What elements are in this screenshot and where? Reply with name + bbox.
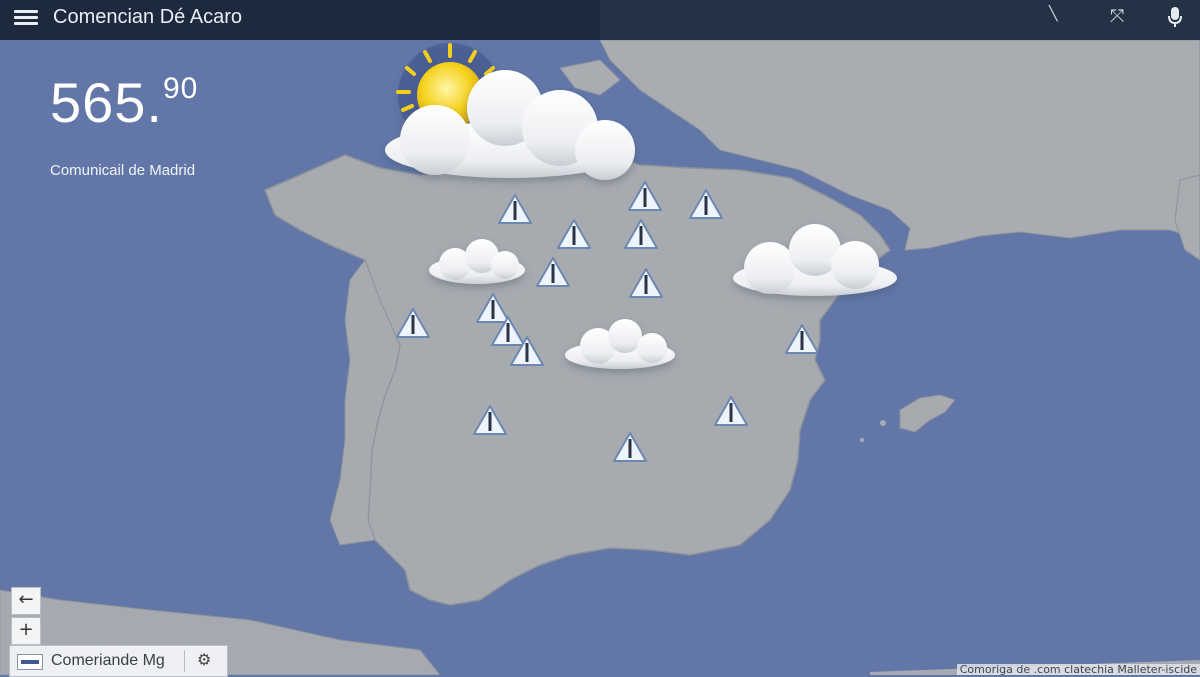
divider: [184, 650, 185, 672]
temperature-readout: 565.90: [50, 70, 198, 135]
land-uk-coast: [559, 59, 621, 96]
cursor-icon[interactable]: ╲: [1049, 6, 1057, 22]
layer-selector[interactable]: Comeriande Mg ⚙: [9, 645, 228, 677]
hamburger-menu-icon[interactable]: [14, 7, 38, 33]
island-balearic: [899, 394, 956, 433]
temperature-decimal: 90: [163, 72, 199, 106]
top-bar: Comencian Dé Acaro ╲ ⤧: [0, 0, 1200, 40]
zoom-in-button[interactable]: +: [11, 617, 41, 645]
layer-label: Comeriande Mg: [51, 652, 165, 669]
land-italy-edge: [1174, 174, 1200, 261]
layer-icon: [17, 654, 43, 670]
microphone-icon[interactable]: [1167, 6, 1183, 33]
back-button[interactable]: ←: [11, 587, 41, 615]
app-title: Comencian Dé Acaro: [53, 6, 242, 28]
temperature-value: 565.: [50, 71, 163, 134]
map-attribution: Comoriga de .com clatechia Malleter-isci…: [956, 664, 1200, 675]
tools-icon[interactable]: ⤧: [1110, 6, 1124, 27]
gear-icon[interactable]: ⚙: [197, 650, 211, 669]
island-tiny: [860, 438, 864, 442]
location-name: Comunicail de Madrid: [50, 162, 196, 179]
island-small: [880, 420, 886, 426]
